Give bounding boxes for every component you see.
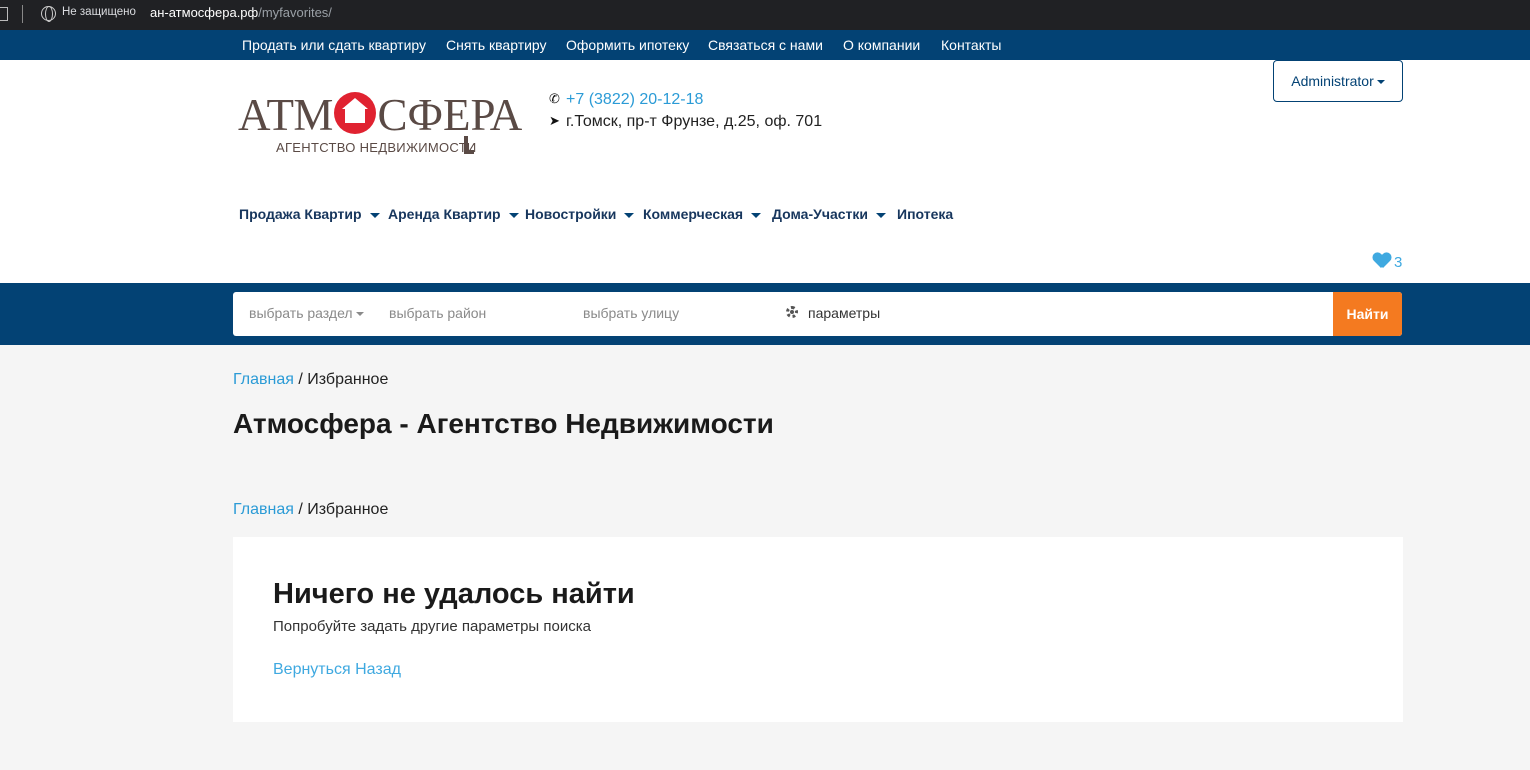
- location-arrow-icon: ➤: [549, 113, 560, 128]
- breadcrumb-home[interactable]: Главная: [233, 501, 294, 518]
- empty-state-heading: Ничего не удалось найти: [273, 578, 635, 610]
- gear-icon: [786, 306, 798, 318]
- address-text: г.Томск, пр-т Фрунзе, д.25, оф. 701: [566, 113, 823, 130]
- top-nav-contacts[interactable]: Контакты: [941, 37, 1001, 53]
- menu-item-rent[interactable]: Аренда Квартир: [388, 206, 519, 222]
- logo-wordmark: АТМ СФЕРА: [238, 92, 522, 138]
- security-label[interactable]: Не защищено: [62, 6, 136, 18]
- menu-item-label: Новостройки: [525, 206, 617, 222]
- caret-down-icon: [508, 212, 519, 218]
- top-nav-mortgage[interactable]: Оформить ипотеку: [566, 37, 689, 53]
- breadcrumb-current: Избранное: [307, 501, 389, 518]
- menu-item-label: Коммерческая: [643, 206, 744, 222]
- empty-state-text: Попробуйте задать другие параметры поиск…: [273, 618, 591, 635]
- menu-item-new-buildings[interactable]: Новостройки: [525, 206, 635, 222]
- phone-link[interactable]: +7 (3822) 20-12-18: [566, 91, 703, 108]
- url-path: /myfavorites/: [258, 5, 332, 20]
- menu-item-label: Дома-Участки: [772, 206, 869, 222]
- top-nav-contact-us[interactable]: Связаться с нами: [708, 37, 823, 53]
- phone-icon: ✆: [549, 91, 560, 106]
- search-button[interactable]: Найти: [1333, 292, 1402, 336]
- caret-down-icon: [624, 212, 635, 218]
- breadcrumb-current: Избранное: [307, 371, 389, 388]
- search-form: выбрать раздел выбрать район выбрать ули…: [233, 292, 1402, 336]
- section-select[interactable]: выбрать раздел: [249, 305, 364, 321]
- menu-item-label: Аренда Квартир: [388, 206, 501, 222]
- top-nav-rent[interactable]: Снять квартиру: [446, 37, 547, 53]
- breadcrumb: Главная / Избранное: [233, 371, 388, 389]
- caret-down-icon: [876, 212, 887, 218]
- caret-down-icon: [355, 312, 364, 317]
- url-field[interactable]: ан-атмосфера.рф/myfavorites/: [150, 5, 332, 20]
- top-nav-sell[interactable]: Продать или сдать квартиру: [242, 37, 426, 53]
- logo-text-end: СФЕРА: [377, 90, 523, 140]
- caret-down-icon: [751, 212, 762, 218]
- empty-state-card: Ничего не удалось найти Попробуйте задат…: [233, 537, 1403, 722]
- search-band: выбрать раздел выбрать район выбрать ули…: [0, 283, 1530, 345]
- url-host: ан-атмосфера.рф: [150, 5, 259, 20]
- top-nav-about[interactable]: О компании: [843, 37, 920, 53]
- browser-address-bar: Не защищено ан-атмосфера.рф/myfavorites/: [0, 0, 1530, 30]
- street-input[interactable]: выбрать улицу: [583, 305, 679, 321]
- site-header: АТМ СФЕРА АГЕНТСТВО НЕДВИЖИМОСТИ ✆ +7 (38…: [0, 60, 1530, 283]
- logo-text-start: АТМ: [238, 90, 334, 140]
- divider: [22, 5, 23, 23]
- house-icon: [334, 92, 377, 134]
- phone-row: ✆ +7 (3822) 20-12-18: [549, 89, 822, 111]
- params-toggle[interactable]: параметры: [786, 305, 880, 321]
- breadcrumb-home[interactable]: Главная: [233, 371, 294, 388]
- go-back-link[interactable]: Вернуться Назад: [273, 661, 401, 679]
- site-logo[interactable]: АТМ СФЕРА АГЕНТСТВО НЕДВИЖИМОСТИ: [238, 92, 522, 158]
- menu-item-commercial[interactable]: Коммерческая: [643, 206, 762, 222]
- page-title: Атмосфера - Агентство Недвижимости: [233, 408, 774, 439]
- district-input[interactable]: выбрать район: [389, 305, 486, 321]
- params-label: параметры: [808, 305, 881, 321]
- address-row: ➤ г.Томск, пр-т Фрунзе, д.25, оф. 701: [549, 111, 822, 133]
- menu-item-label: Продажа Квартир: [239, 206, 362, 222]
- tab-search-icon[interactable]: [0, 7, 8, 21]
- breadcrumb-separator: /: [293, 371, 308, 388]
- breadcrumb-secondary: Главная / Избранное: [233, 501, 388, 519]
- contact-info: ✆ +7 (3822) 20-12-18 ➤ г.Томск, пр-т Фру…: [549, 89, 822, 133]
- favorites-count: 3: [1394, 254, 1403, 271]
- caret-down-icon: [369, 212, 380, 218]
- heart-icon: [1373, 253, 1391, 269]
- menu-item-sale[interactable]: Продажа Квартир: [239, 206, 380, 222]
- top-nav: Продать или сдать квартиру Снять квартир…: [0, 30, 1530, 60]
- user-menu-button[interactable]: Administrator: [1273, 60, 1403, 102]
- breadcrumb-separator: /: [293, 501, 308, 518]
- section-select-label: выбрать раздел: [249, 305, 353, 321]
- key-icon: [464, 136, 474, 154]
- menu-item-houses[interactable]: Дома-Участки: [772, 206, 887, 222]
- menu-item-mortgage[interactable]: Ипотека: [897, 206, 953, 222]
- logo-subtitle: АГЕНТСТВО НЕДВИЖИМОСТИ: [276, 140, 477, 155]
- favorites-link[interactable]: 3: [1373, 253, 1402, 271]
- globe-icon[interactable]: [41, 6, 56, 22]
- caret-down-icon: [1376, 80, 1385, 85]
- user-menu-label: Administrator: [1291, 73, 1374, 89]
